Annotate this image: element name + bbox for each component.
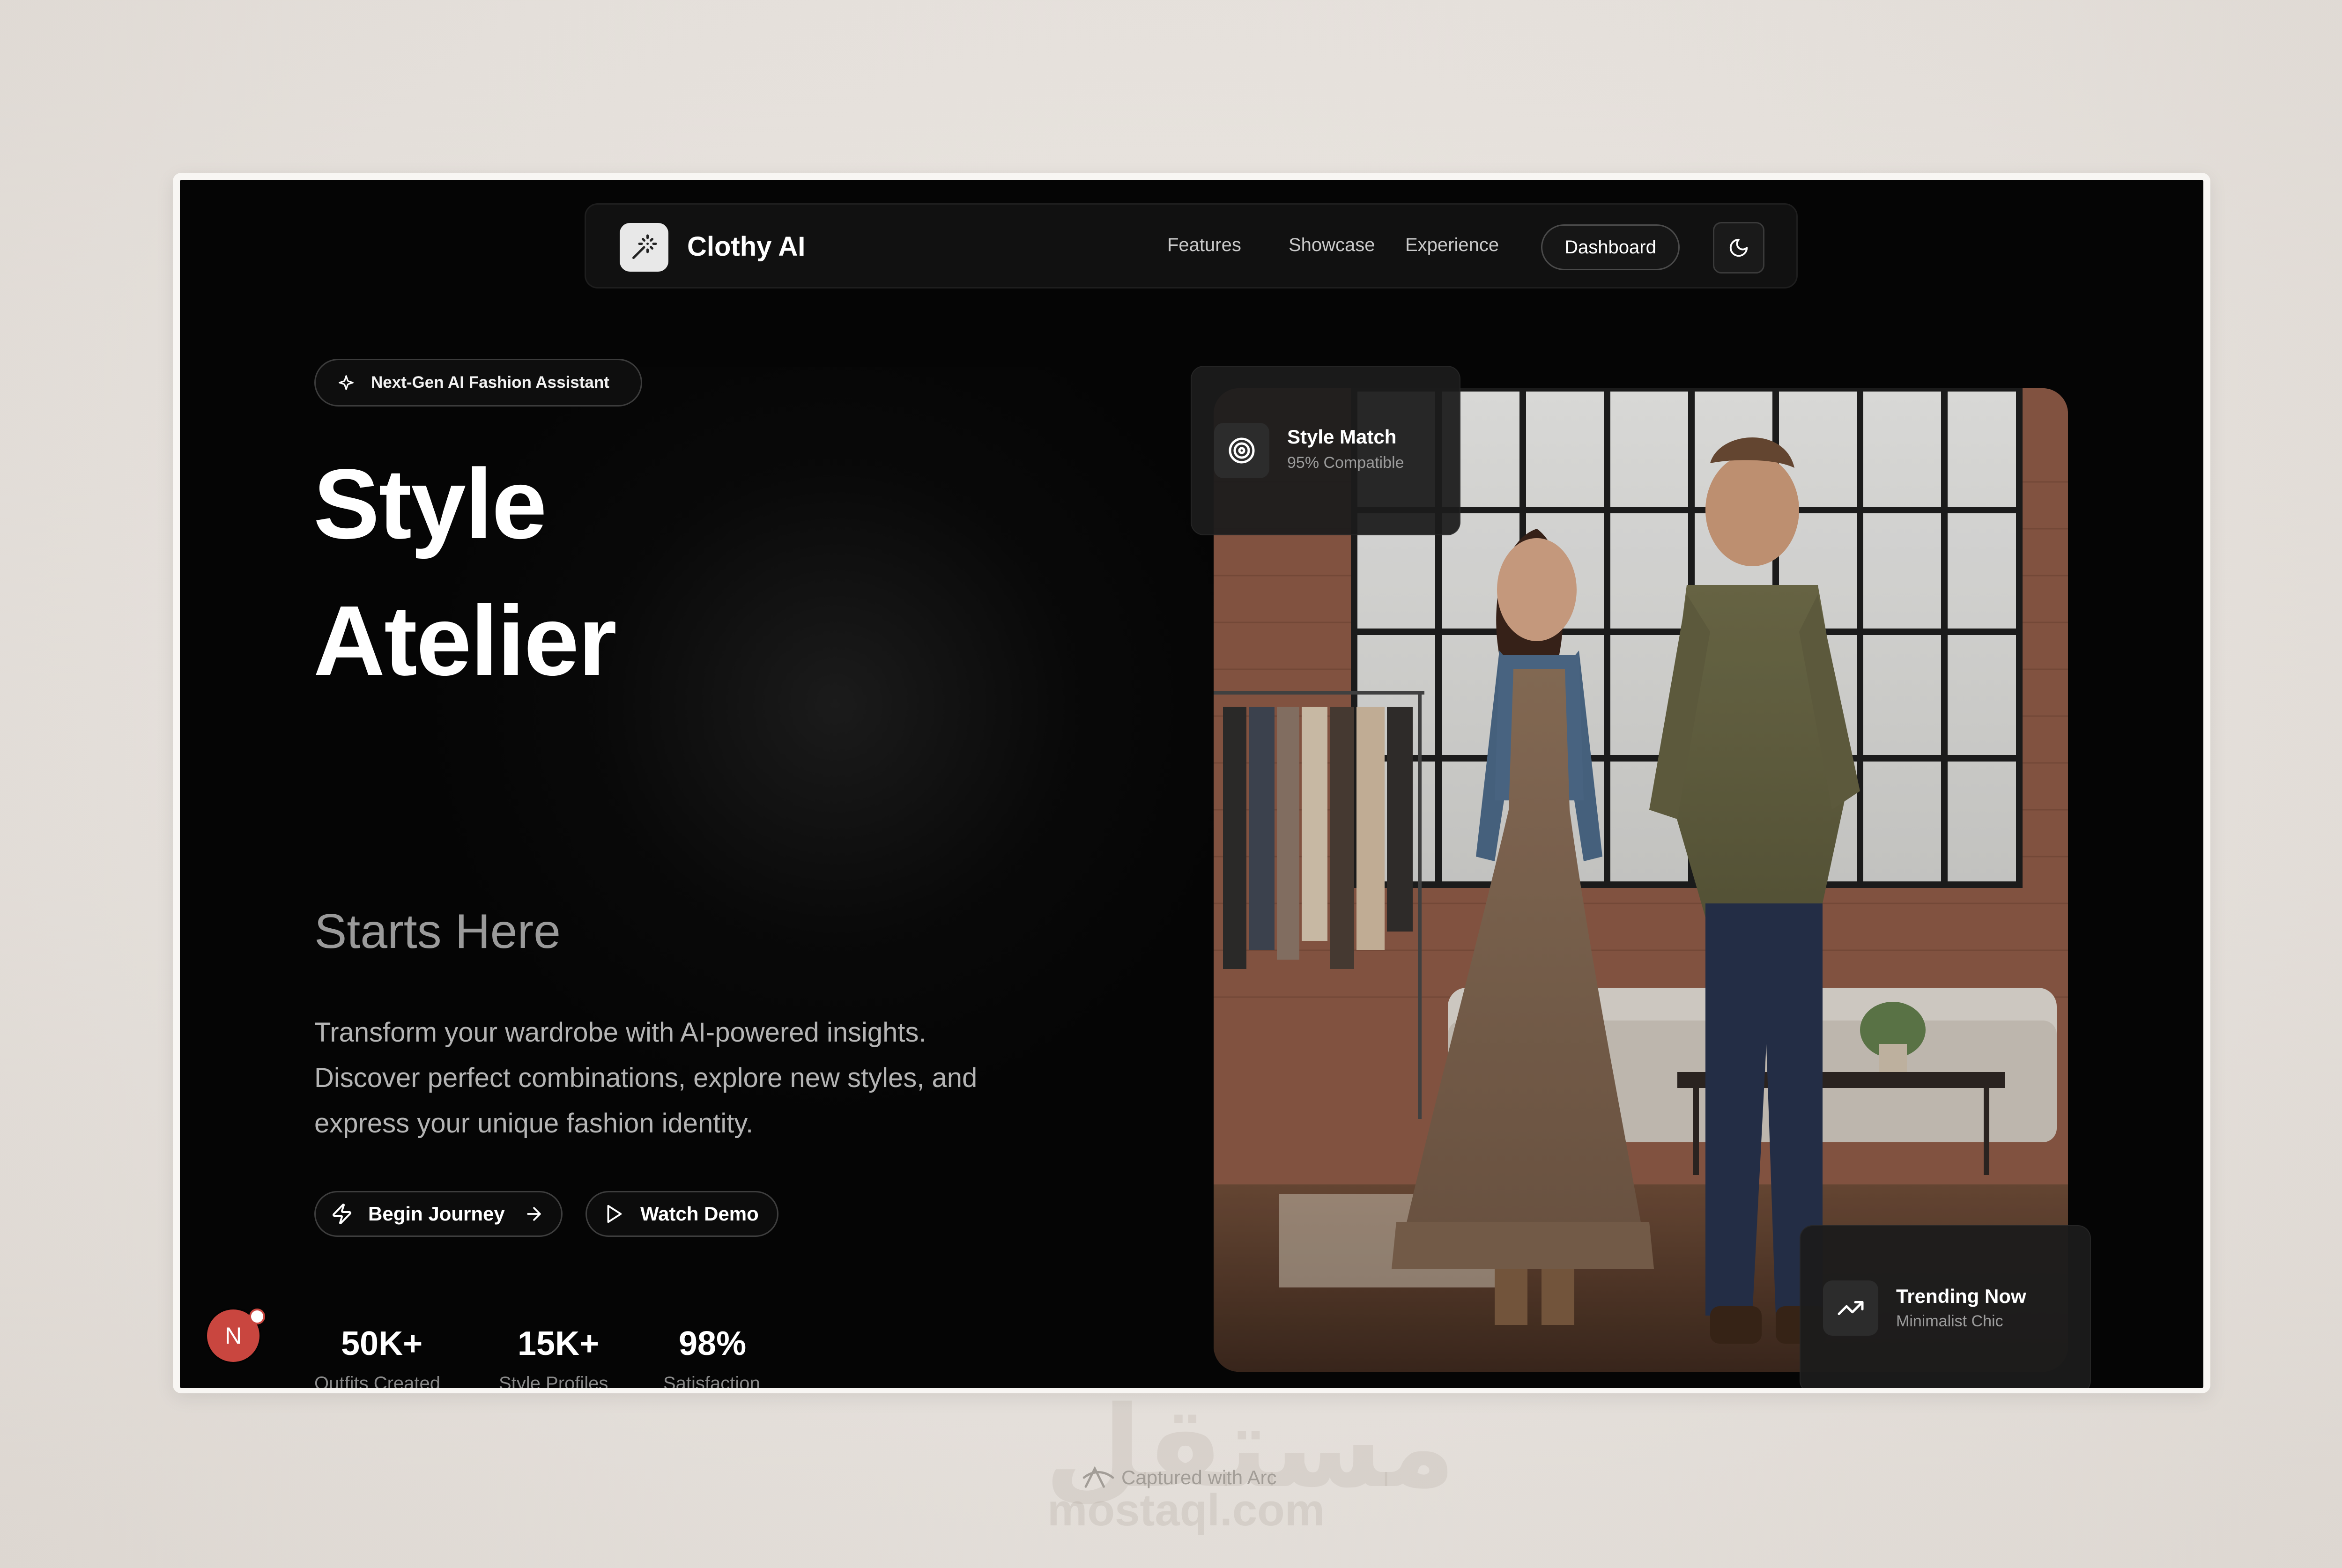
stat-satisfaction-label: Satisfaction [663, 1373, 760, 1388]
brand-name[interactable]: Clothy AI [687, 231, 805, 262]
trending-subtitle: Minimalist Chic [1896, 1312, 2003, 1330]
arrow-right-icon [524, 1204, 544, 1224]
nav-link-showcase[interactable]: Showcase [1289, 235, 1375, 256]
trending-title: Trending Now [1896, 1285, 2026, 1307]
hero-subtitle: Starts Here [314, 904, 561, 959]
begin-journey-label: Begin Journey [368, 1203, 505, 1225]
moon-icon [1728, 237, 1749, 259]
theme-toggle-button[interactable] [1713, 222, 1764, 274]
sparkles-icon [337, 374, 355, 392]
hero-description-line: express your unique fashion identity. [314, 1108, 754, 1139]
zap-icon [331, 1203, 353, 1225]
stat-outfits-label: Outfits Created [314, 1373, 441, 1388]
hero-badge-label: Next-Gen AI Fashion Assistant [371, 373, 609, 392]
watermark-site: mostaql.com [1047, 1485, 1325, 1535]
dashboard-button[interactable]: Dashboard [1541, 224, 1680, 270]
nav-link-experience[interactable]: Experience [1405, 235, 1499, 256]
watch-demo-button[interactable]: Watch Demo [586, 1191, 778, 1237]
hero-title-line1: Style [313, 448, 547, 559]
style-match-subtitle: 95% Compatible [1287, 454, 1404, 472]
hero-description: Transform your wardrobe with AI-powered … [314, 1010, 1064, 1146]
style-match-card: Style Match 95% Compatible [1191, 366, 1460, 535]
trending-up-icon [1823, 1280, 1878, 1336]
app-screen: Clothy AI Features Showcase Experience D… [180, 180, 2203, 1388]
avatar-status-dot [249, 1309, 265, 1324]
stat-profiles-value: 15K+ [518, 1325, 600, 1362]
hero-fashion-photo [1214, 388, 2068, 1372]
stat-outfits-value: 50K+ [341, 1325, 423, 1362]
stat-profiles-label: Style Profiles [499, 1373, 608, 1388]
logo-icon[interactable] [620, 223, 668, 272]
hero-description-line: Discover perfect combinations, explore n… [314, 1063, 978, 1093]
begin-journey-button[interactable]: Begin Journey [314, 1191, 563, 1237]
hero-title-line2: Atelier [313, 585, 617, 696]
trending-card: Trending Now Minimalist Chic [1800, 1225, 2091, 1388]
play-icon [603, 1203, 624, 1225]
style-match-title: Style Match [1287, 426, 1397, 448]
target-icon [1214, 423, 1269, 478]
stat-satisfaction-value: 98% [679, 1325, 747, 1362]
top-navbar: Clothy AI Features Showcase Experience D… [585, 203, 1798, 288]
hero-description-line: Transform your wardrobe with AI-powered … [314, 1017, 926, 1048]
hero-badge: Next-Gen AI Fashion Assistant [314, 359, 642, 407]
nav-link-features[interactable]: Features [1167, 235, 1241, 256]
watch-demo-label: Watch Demo [640, 1203, 759, 1225]
